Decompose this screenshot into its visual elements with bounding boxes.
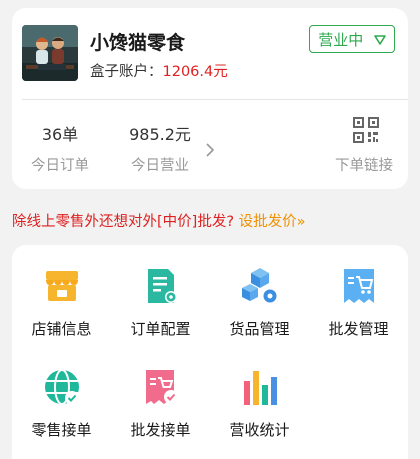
goods-management-icon: [241, 268, 276, 303]
today-revenue-label: 今日营业: [131, 158, 189, 174]
today-revenue-value[interactable]: 985.2元: [118, 121, 202, 145]
revenue-stats-icon: [243, 371, 277, 405]
menu-label: 批发管理: [328, 320, 389, 338]
menu-item-goods-management[interactable]: 货品管理: [210, 266, 309, 339]
order-link-label[interactable]: 下单链接: [335, 154, 393, 175]
menu-label: 店铺信息: [31, 320, 92, 338]
menu-label: 订单配置: [130, 320, 191, 338]
menu-item-wholesale-orders[interactable]: 批发接单: [111, 367, 210, 440]
menu-label: 批发接单: [130, 421, 191, 439]
today-orders-value[interactable]: 36单: [32, 121, 88, 145]
balance-label: 盒子账户：: [90, 64, 163, 80]
balance-value: 1206.4元: [162, 64, 228, 80]
qr-code-icon[interactable]: [352, 116, 380, 144]
wholesale-orders-icon: [145, 370, 178, 404]
retail-orders-icon: [44, 369, 79, 405]
menu-item-revenue-stats[interactable]: 营收统计: [210, 367, 309, 440]
menu-item-store-info[interactable]: 店铺信息: [12, 266, 111, 339]
chevron-right-icon[interactable]: [205, 142, 215, 158]
wholesale-promo: 除线上零售外还想对外[中价]批发? 设批发价»: [12, 210, 306, 231]
today-orders-label: 今日订单: [31, 158, 89, 174]
function-menu: 店铺信息 订单配置 货品管理 批发管理 零售接单 批发接单 营收统计: [12, 245, 408, 459]
menu-label: 零售接单: [31, 421, 92, 439]
wholesale-management-icon: [343, 269, 374, 303]
menu-item-order-settings[interactable]: 订单配置: [111, 266, 210, 339]
menu-label: 货品管理: [229, 320, 290, 338]
status-label: 营业中: [318, 31, 364, 49]
store-avatar[interactable]: [22, 25, 78, 81]
menu-label: 营收统计: [229, 421, 290, 439]
account-balance: 盒子账户：1206.4元: [90, 60, 228, 81]
store-card: 小馋猫零食 盒子账户：1206.4元 营业中 36单 今日订单 985.2元 今…: [12, 8, 408, 189]
menu-item-wholesale-management[interactable]: 批发管理: [309, 266, 408, 339]
promo-text: 除线上零售外还想对外[中价]批发?: [12, 214, 235, 230]
store-name: 小馋猫零食: [90, 32, 186, 54]
store-icon: [45, 271, 78, 301]
business-status-dropdown[interactable]: 营业中: [309, 25, 395, 53]
set-wholesale-price-link[interactable]: 设批发价»: [239, 214, 306, 230]
menu-item-retail-orders[interactable]: 零售接单: [12, 367, 111, 440]
triangle-down-icon: [374, 35, 386, 45]
divider: [22, 99, 408, 100]
order-settings-icon: [147, 269, 177, 303]
